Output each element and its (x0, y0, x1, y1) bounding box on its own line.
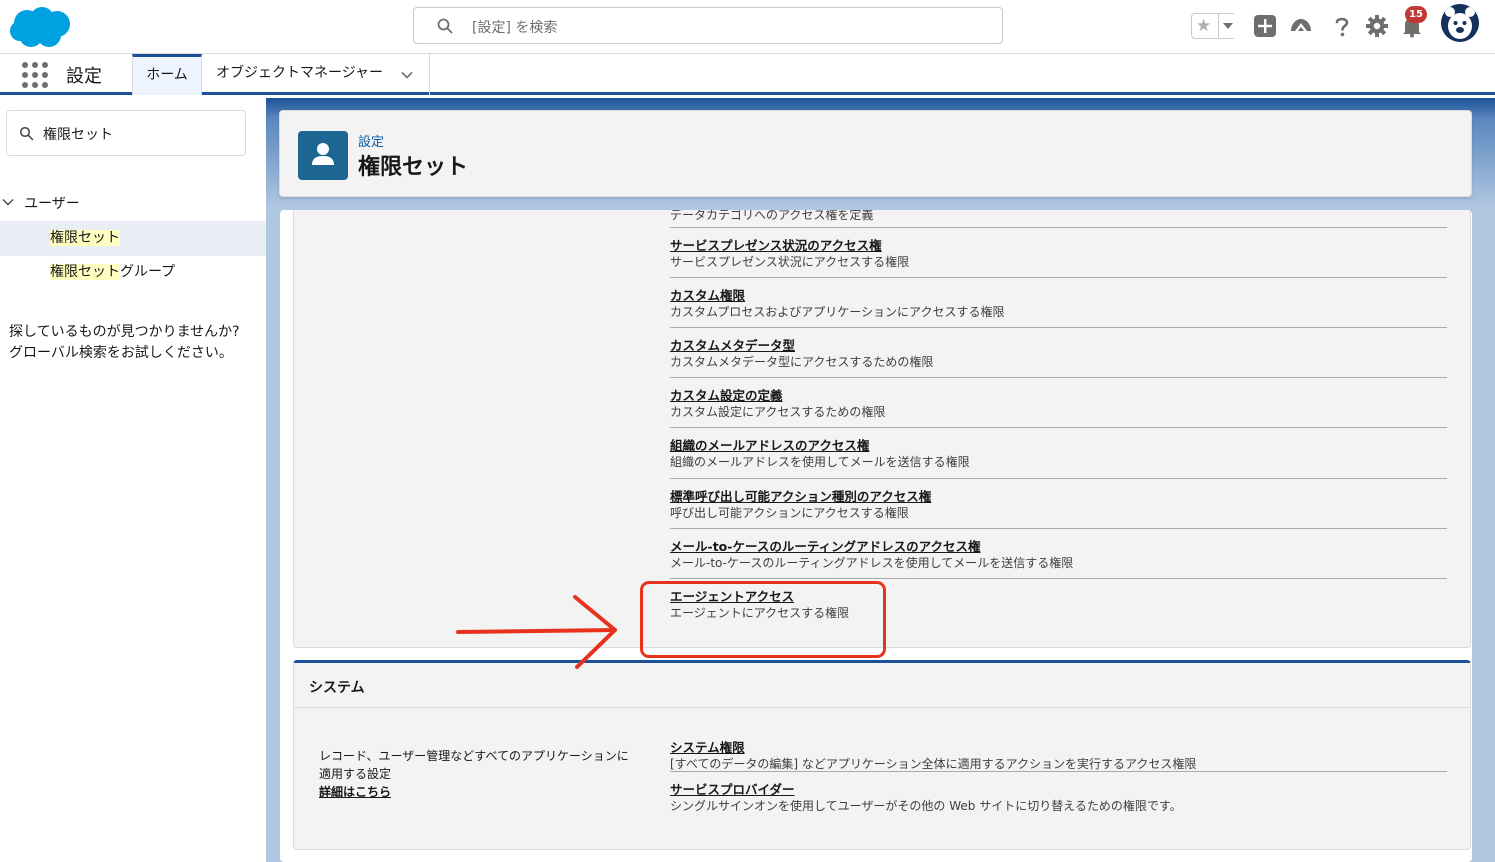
page-header: 設定 権限セット (279, 110, 1472, 197)
content-area: データカテゴリへのアクセス権を定義 サービスプレゼンス状況のアクセス権 サービス… (280, 210, 1472, 862)
permission-link[interactable]: カスタム設定の定義 (670, 385, 783, 404)
row-divider (670, 528, 1447, 529)
tree-section-users[interactable]: ユーザー (0, 193, 266, 215)
sidebar-item-highlight: 権限セット (50, 264, 120, 280)
salesforce-logo[interactable] (9, 5, 73, 49)
setup-sidebar: 権限セット ユーザー 権限セット 権限セットグループ 探しているものが見つかりま… (0, 98, 266, 862)
permission-link[interactable]: サービスプロバイダー (670, 779, 795, 798)
system-card-title: システム (309, 680, 365, 696)
row-divider (670, 478, 1447, 479)
help-icon[interactable] (1330, 14, 1354, 38)
row-divider (670, 427, 1447, 428)
star-icon: ★ (1196, 16, 1212, 36)
page-title: 権限セット (358, 155, 469, 180)
permission-link[interactable]: サービスプレゼンス状況のアクセス権 (670, 235, 882, 254)
permission-description: サービスプレゼンス状況にアクセスする権限 (670, 255, 910, 269)
breadcrumb[interactable]: 設定 (358, 131, 384, 150)
user-icon (298, 131, 348, 180)
permission-row: メール-to-ケースのルーティングアドレスのアクセス権 メール-to-ケースのル… (670, 528, 1447, 578)
chevron-down-icon[interactable] (401, 69, 413, 81)
permission-row: サービスプロバイダー シングルサインオンを使用してユーザーがその他の Web サ… (670, 771, 1447, 821)
search-placeholder: [設定] を検索 (472, 20, 558, 36)
search-icon (19, 126, 34, 141)
app-name: 設定 (66, 66, 102, 87)
row-divider (670, 771, 1447, 772)
highlight-box (640, 581, 886, 658)
permission-link[interactable]: カスタム権限 (670, 285, 745, 304)
quick-find-input[interactable]: 権限セット (6, 110, 246, 156)
permission-link[interactable]: 組織のメールアドレスのアクセス権 (670, 435, 869, 454)
tab-object-manager-label: オブジェクトマネージャー (216, 65, 384, 81)
permission-description: 呼び出し可能アクションにアクセスする権限 (670, 506, 909, 520)
row-divider (670, 578, 1447, 579)
gear-icon[interactable] (1365, 14, 1389, 38)
context-bar: 設定 ホーム オブジェクトマネージャー (0, 54, 1495, 95)
chevron-down-icon[interactable] (2, 196, 14, 208)
global-header: [設定] を検索 ★ 15 (0, 0, 1495, 54)
not-found-line-1: 探しているものが見つかりませんか? (9, 324, 240, 340)
system-description-line-1: レコード、ユーザー管理などすべてのアプリケーションに (319, 749, 629, 763)
tab-home[interactable]: ホーム (132, 54, 202, 95)
row-divider (670, 277, 1447, 278)
tree-section-label: ユーザー (24, 196, 80, 212)
permission-description: カスタムプロセスおよびアプリケーションにアクセスする権限 (670, 305, 1005, 319)
favorites-dropdown-button[interactable] (1218, 14, 1236, 38)
tab-object-manager[interactable]: オブジェクトマネージャー (202, 54, 430, 95)
row-divider (670, 377, 1447, 378)
system-card: システム レコード、ユーザー管理などすべてのアプリケーションに 適用する設定 詳… (293, 660, 1471, 850)
cut-off-description: データカテゴリへのアクセス権を定義 (670, 210, 874, 222)
permission-link[interactable]: メール-to-ケースのルーティングアドレスのアクセス権 (670, 536, 980, 555)
global-search-input[interactable]: [設定] を検索 (413, 7, 1003, 44)
sidebar-item-label-rest: グループ (120, 264, 176, 280)
permission-description: 組織のメールアドレスを使用してメールを送信する権限 (670, 455, 970, 469)
permission-row: カスタム設定の定義 カスタム設定にアクセスするための権限 (670, 377, 1447, 427)
search-icon (437, 18, 453, 34)
permission-link[interactable]: 標準呼び出し可能アクション種別のアクセス権 (670, 486, 931, 505)
trailhead-icon[interactable] (1289, 14, 1313, 38)
permission-row: カスタムメタデータ型 カスタムメタデータ型にアクセスするための権限 (670, 327, 1447, 377)
permission-description: メール-to-ケースのルーティングアドレスを使用してメールを送信する権限 (670, 556, 1074, 570)
learn-more-link[interactable]: 詳細はこちら (319, 783, 649, 801)
add-icon[interactable] (1253, 14, 1277, 38)
row-divider (670, 327, 1447, 328)
permission-description: カスタムメタデータ型にアクセスするための権限 (670, 355, 934, 369)
favorites-button[interactable]: ★ (1191, 13, 1236, 39)
avatar[interactable] (1441, 4, 1479, 42)
red-arrow-annotation (456, 595, 617, 669)
sidebar-item-permission-sets[interactable]: 権限セット (0, 221, 266, 256)
permission-link[interactable]: カスタムメタデータ型 (670, 335, 795, 354)
user-avatar-icon (1441, 4, 1479, 42)
sidebar-item-highlight: 権限セット (50, 230, 120, 246)
permission-row: カスタム権限 カスタムプロセスおよびアプリケーションにアクセスする権限 (670, 277, 1447, 327)
permission-row: 標準呼び出し可能アクション種別のアクセス権 呼び出し可能アクションにアクセスする… (670, 478, 1447, 528)
system-description-line-2: 適用する設定 (319, 767, 392, 781)
sidebar-item-permission-set-groups[interactable]: 権限セットグループ (0, 255, 266, 290)
permission-row: サービスプレゼンス状況のアクセス権 サービスプレゼンス状況にアクセスする権限 (670, 227, 1447, 277)
quick-find-value: 権限セット (43, 127, 113, 143)
system-description: レコード、ユーザー管理などすべてのアプリケーションに 適用する設定 詳細はこちら (319, 747, 649, 801)
row-divider (670, 227, 1447, 228)
permission-description: シングルサインオンを使用してユーザーがその他の Web サイトに切り替えるための… (670, 799, 1182, 813)
permission-description: [すべてのデータの編集] などアプリケーション全体に適用するアクションを実行する… (670, 757, 1197, 771)
main-content: 設定 権限セット データカテゴリへのアクセス権を定義 サービスプレゼンス状況のア… (266, 98, 1495, 862)
permission-link[interactable]: システム権限 (670, 737, 745, 756)
permission-description: カスタム設定にアクセスするための権限 (670, 405, 886, 419)
permission-row: 組織のメールアドレスのアクセス権 組織のメールアドレスを使用してメールを送信する… (670, 427, 1447, 477)
not-found-message: 探しているものが見つかりませんか? グローバル検索をお試しください。 (9, 322, 259, 364)
app-launcher-icon[interactable] (22, 62, 48, 88)
not-found-line-2: グローバル検索をお試しください。 (9, 345, 233, 361)
notification-count-badge: 15 (1405, 6, 1427, 23)
